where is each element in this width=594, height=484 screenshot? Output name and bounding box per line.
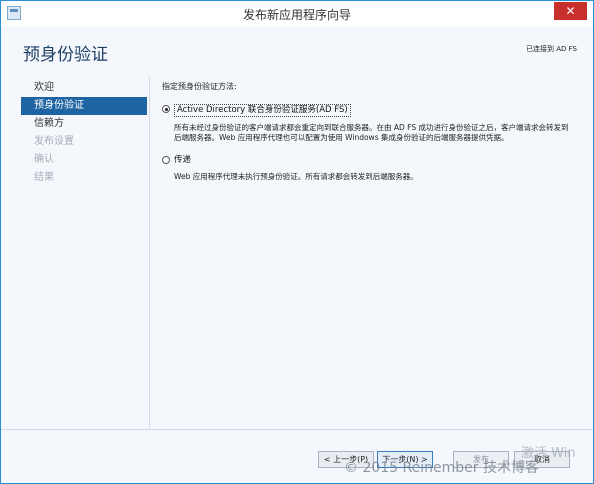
wizard-window: 发布新应用程序向导 ✕ 预身份验证 已连接到 AD FS 欢迎 预身份验证 信赖… [0,0,594,484]
footer-divider [1,429,593,430]
content-panel: 指定预身份验证方法: Active Directory 联合身份验证服务(AD … [162,81,582,182]
option-adfs-description: 所有未经过身份验证的客户端请求都会重定向到联合服务器。在由 AD FS 成功进行… [174,123,569,142]
option-passthrough-label[interactable]: 传递 [174,155,191,166]
option-passthrough[interactable]: 传递 Web 应用程序代理未执行预身份验证。所有请求都会转发到后端服务器。 [162,155,582,182]
method-label: 指定预身份验证方法: [162,82,237,91]
nav-item-publish-settings: 发布设置 [34,136,74,147]
wizard-header: 预身份验证 已连接到 AD FS [1,27,593,67]
window-title: 发布新应用程序向导 [242,8,351,22]
option-passthrough-description: Web 应用程序代理未执行预身份验证。所有请求都会转发到后端服务器。 [174,172,418,181]
option-adfs[interactable]: Active Directory 联合身份验证服务(AD FS) 所有未经过身份… [162,104,582,143]
title-bar: 发布新应用程序向导 ✕ [1,1,593,27]
option-adfs-label[interactable]: Active Directory 联合身份验证服务(AD FS) [174,104,351,117]
radio-passthrough[interactable] [162,156,170,164]
nav-item-preauth[interactable]: 预身份验证 [21,97,147,115]
wizard-nav: 欢迎 预身份验证 信赖方 发布设置 确认 结果 [21,79,147,187]
content-separator [149,77,150,429]
radio-adfs[interactable] [162,105,170,113]
nav-item-confirm: 确认 [34,154,54,165]
nav-item-welcome[interactable]: 欢迎 [21,79,147,97]
nav-item-relying-party[interactable]: 信赖方 [21,115,147,133]
page-title: 预身份验证 [23,45,108,65]
connection-status: 已连接到 AD FS [526,45,577,53]
copyright-watermark: © 2015 Reinember 技术博客 [344,460,539,476]
close-button[interactable]: ✕ [554,2,587,20]
nav-item-results: 结果 [34,172,54,183]
